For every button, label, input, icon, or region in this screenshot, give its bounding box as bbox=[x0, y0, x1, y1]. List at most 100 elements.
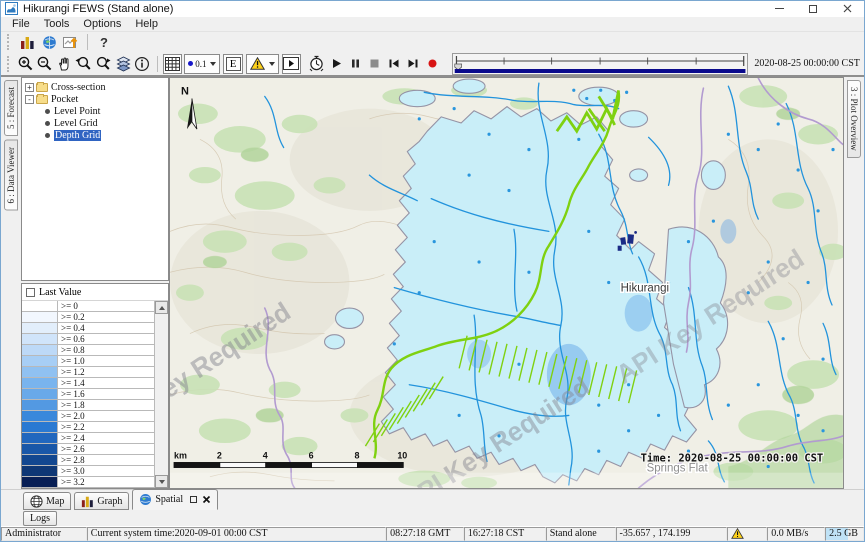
scroll-up-button[interactable] bbox=[155, 301, 168, 314]
legend-label: >= 2.0 bbox=[58, 411, 154, 421]
status-bar: Administrator Current system time:2020-0… bbox=[1, 526, 864, 541]
zoom-next-icon bbox=[94, 55, 112, 72]
svg-text:N: N bbox=[181, 85, 189, 97]
menu-file[interactable]: File bbox=[5, 18, 37, 30]
maximize-tab-icon[interactable] bbox=[190, 496, 197, 503]
tab-map[interactable]: Map bbox=[23, 492, 71, 510]
tab-plot-overview[interactable]: 3 : Plot Overview bbox=[847, 80, 861, 158]
legend-row[interactable]: >= 2.6 bbox=[22, 444, 154, 455]
tree-item-level-point[interactable]: Level Point bbox=[23, 105, 167, 117]
pan-button[interactable] bbox=[54, 54, 73, 74]
skip-end-button[interactable] bbox=[404, 54, 423, 74]
legend-swatch bbox=[22, 378, 58, 388]
play-button[interactable] bbox=[326, 54, 345, 74]
close-tab-icon[interactable] bbox=[202, 495, 211, 504]
zoom-in-button[interactable] bbox=[16, 54, 35, 74]
tab-data-viewer[interactable]: 6 : Data Viewer bbox=[4, 140, 18, 211]
legend-swatch bbox=[22, 400, 58, 410]
legend-row[interactable]: >= 1.4 bbox=[22, 378, 154, 389]
menu-tools[interactable]: Tools bbox=[37, 18, 77, 30]
stop-button[interactable] bbox=[365, 54, 384, 74]
legend-swatch bbox=[22, 455, 58, 465]
legend-scrollbar[interactable] bbox=[154, 301, 168, 488]
map-display-button[interactable] bbox=[38, 32, 60, 52]
elevation-button[interactable]: E bbox=[223, 54, 242, 74]
scroll-down-button[interactable] bbox=[155, 475, 168, 488]
legend-row[interactable]: >= 3.2 bbox=[22, 477, 154, 488]
status-warning[interactable] bbox=[727, 527, 767, 541]
chevron-down-icon bbox=[210, 62, 216, 66]
toolbar-separator bbox=[157, 56, 158, 72]
help-button[interactable]: ? bbox=[93, 32, 115, 52]
legend-label: >= 1.8 bbox=[58, 400, 154, 410]
animation-settings-button[interactable] bbox=[307, 54, 326, 74]
grid-display-button[interactable] bbox=[163, 54, 182, 74]
bullet-icon bbox=[45, 121, 50, 126]
memory-label: 2.5 GB bbox=[829, 528, 858, 539]
skip-start-button[interactable] bbox=[384, 54, 403, 74]
logs-button[interactable]: Logs bbox=[23, 511, 57, 526]
legend-row[interactable]: >= 1.6 bbox=[22, 389, 154, 400]
zoom-next-button[interactable] bbox=[93, 54, 113, 74]
window-title: Hikurangi FEWS (Stand alone) bbox=[23, 3, 173, 15]
legend-row[interactable]: >= 1.0 bbox=[22, 356, 154, 367]
legend-label: >= 0.6 bbox=[58, 334, 154, 344]
last-value-checkbox[interactable] bbox=[26, 288, 35, 297]
minimize-button[interactable] bbox=[762, 1, 796, 17]
time-slider[interactable] bbox=[452, 53, 748, 75]
layers-button[interactable] bbox=[113, 54, 132, 74]
legend-label: >= 1.6 bbox=[58, 389, 154, 399]
tab-forecast[interactable]: 5 : Forecast bbox=[4, 80, 18, 136]
menu-help[interactable]: Help bbox=[128, 18, 165, 30]
time-slider-track bbox=[453, 54, 747, 74]
legend-row[interactable]: >= 0.2 bbox=[22, 312, 154, 323]
status-network-rate: 0.0 MB/s bbox=[767, 527, 825, 541]
tree-item-depth-grid[interactable]: Depth Grid bbox=[23, 129, 167, 141]
layer-tree: + Cross-section - Pocket Level Point Lev… bbox=[21, 77, 169, 281]
legend-swatch bbox=[22, 345, 58, 355]
map-view[interactable]: API Key Required API Key Required API Ke… bbox=[169, 77, 844, 489]
menu-options[interactable]: Options bbox=[76, 18, 128, 30]
legend-label: >= 1.2 bbox=[58, 367, 154, 377]
close-icon bbox=[843, 4, 852, 13]
tab-graph[interactable]: Graph bbox=[74, 492, 129, 510]
legend-row[interactable]: >= 2.4 bbox=[22, 433, 154, 444]
legend-row[interactable]: >= 1.8 bbox=[22, 400, 154, 411]
map-toolbar-grip[interactable] bbox=[7, 56, 12, 72]
tree-item-cross-section[interactable]: + Cross-section bbox=[23, 81, 167, 93]
database-button[interactable] bbox=[16, 32, 38, 52]
movie-player-button[interactable] bbox=[282, 54, 301, 74]
legend-row[interactable]: >= 0 bbox=[22, 301, 154, 312]
tree-item-label: Level Grid bbox=[54, 118, 98, 129]
pause-button[interactable] bbox=[346, 54, 365, 74]
info-button[interactable] bbox=[133, 54, 152, 74]
expand-icon[interactable]: + bbox=[25, 83, 34, 92]
pan-hand-icon bbox=[56, 56, 72, 72]
tree-item-level-grid[interactable]: Level Grid bbox=[23, 117, 167, 129]
legend-row[interactable]: >= 0.4 bbox=[22, 323, 154, 334]
zoom-previous-button[interactable] bbox=[73, 54, 93, 74]
legend-row[interactable]: >= 3.0 bbox=[22, 466, 154, 477]
close-button[interactable] bbox=[830, 1, 864, 17]
record-button[interactable] bbox=[423, 54, 442, 74]
legend-label: >= 1.4 bbox=[58, 378, 154, 388]
logs-row: Logs bbox=[1, 510, 864, 526]
legend-row[interactable]: >= 2.0 bbox=[22, 411, 154, 422]
toolbar-grip[interactable] bbox=[7, 34, 12, 50]
legend-row[interactable]: >= 0.6 bbox=[22, 334, 154, 345]
tree-item-pocket[interactable]: - Pocket bbox=[23, 93, 167, 105]
legend-label: >= 2.8 bbox=[58, 455, 154, 465]
legend-row[interactable]: >= 0.8 bbox=[22, 345, 154, 356]
legend-row[interactable]: >= 1.2 bbox=[22, 367, 154, 378]
collapse-icon[interactable]: - bbox=[25, 95, 34, 104]
warning-dropdown[interactable] bbox=[246, 54, 279, 74]
warning-icon bbox=[250, 57, 265, 70]
maximize-button[interactable] bbox=[796, 1, 830, 17]
legend-row[interactable]: >= 2.8 bbox=[22, 455, 154, 466]
zoom-out-button[interactable] bbox=[35, 54, 54, 74]
globe-icon bbox=[42, 35, 57, 50]
legend-row[interactable]: >= 2.2 bbox=[22, 422, 154, 433]
timeseries-button[interactable] bbox=[60, 32, 82, 52]
tab-spatial[interactable]: Spatial bbox=[132, 489, 218, 510]
threshold-dropdown[interactable]: 0.1 bbox=[184, 54, 220, 74]
